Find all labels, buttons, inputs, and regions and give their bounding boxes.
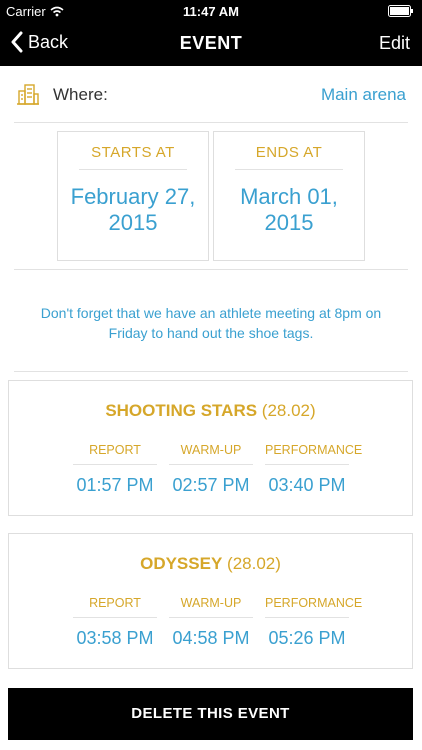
report-time: 03:58 PM [76,628,154,648]
starts-at-label: STARTS AT [79,144,187,170]
building-icon [16,82,40,111]
delete-event-button[interactable]: DELETE THIS EVENT [8,688,413,740]
group-date: (28.02) [227,554,281,573]
group-date: (28.02) [261,401,316,420]
report-label: REPORT [73,443,157,465]
report-column: REPORT 03:58 PM [73,596,157,649]
start-date-line2: 2015 [108,210,158,235]
divider [14,371,408,372]
group-card[interactable]: SHOOTING STARS (28.02) REPORT 01:57 PM W… [8,380,413,516]
report-time: 01:57 PM [76,475,154,495]
end-date-line1: March 01, [240,184,338,209]
performance-time: 03:40 PM [268,475,346,495]
performance-column: PERFORMANCE 03:40 PM [265,443,362,496]
performance-label: PERFORMANCE [265,443,362,465]
warmup-label: WARM-UP [169,443,253,465]
end-date-box[interactable]: ENDS AT March 01, 2015 [213,131,365,261]
where-label: Where: [53,85,108,104]
start-date-box[interactable]: STARTS AT February 27, 2015 [57,131,209,261]
warmup-column: WARM-UP 04:58 PM [169,596,253,649]
performance-time: 05:26 PM [268,628,346,648]
status-time: 11:47 AM [183,4,239,19]
edit-button[interactable]: Edit [379,33,410,54]
group-name: ODYSSEY [140,554,223,573]
report-label: REPORT [73,596,157,618]
end-date: March 01, 2015 [214,184,364,236]
ends-at-label: ENDS AT [235,144,343,170]
warmup-column: WARM-UP 02:57 PM [169,443,253,496]
start-date: February 27, 2015 [58,184,208,236]
warmup-time: 04:58 PM [172,628,250,648]
where-row: Where: Main arena [0,66,422,122]
group-card[interactable]: ODYSSEY (28.02) REPORT 03:58 PM WARM-UP … [8,533,413,669]
end-date-line2: 2015 [264,210,314,235]
status-bar: Carrier 11:47 AM [0,0,422,22]
divider [14,122,408,123]
group-title: SHOOTING STARS (28.02) [9,401,412,421]
group-title: ODYSSEY (28.02) [9,554,412,574]
event-note: Don't forget that we have an athlete mee… [40,305,382,341]
start-date-line1: February 27, [70,184,196,209]
performance-column: PERFORMANCE 05:26 PM [265,596,362,649]
warmup-time: 02:57 PM [172,475,250,495]
page-title: EVENT [179,33,243,53]
report-column: REPORT 01:57 PM [73,443,157,496]
where-value[interactable]: Main arena [321,85,406,105]
performance-label: PERFORMANCE [265,596,362,618]
battery-icon [388,5,414,20]
nav-bar: Back EVENT Edit [0,22,422,66]
warmup-label: WARM-UP [169,596,253,618]
group-name: SHOOTING STARS [105,401,258,420]
divider [14,269,408,270]
